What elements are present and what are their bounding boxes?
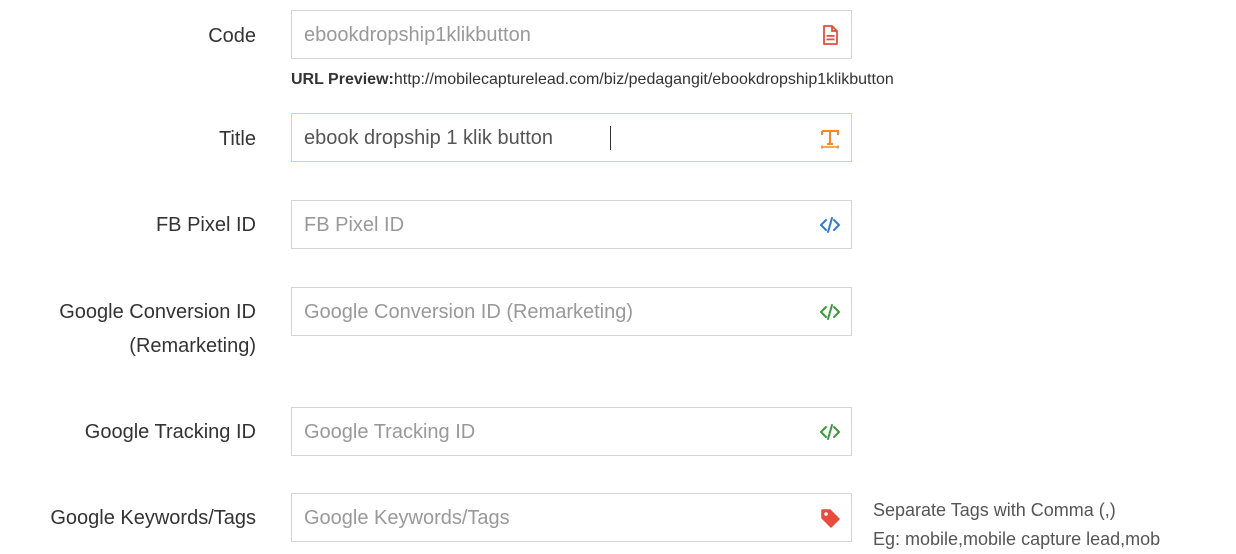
keywords-help-line2: Eg: mobile,mobile capture lead,mob <box>873 529 1161 549</box>
text-height-icon <box>819 127 841 149</box>
google-keywords-label: Google Keywords/Tags <box>50 507 256 529</box>
google-keywords-field[interactable]: Google Keywords/Tags <box>291 493 852 542</box>
fb-pixel-label: FB Pixel ID <box>155 214 256 236</box>
keywords-help-text: Separate Tags with Comma (,) Eg: mobile,… <box>873 496 1160 554</box>
code-icon <box>819 421 841 443</box>
url-preview: URL Preview:http://mobilecapturelead.com… <box>291 69 894 91</box>
google-tracking-placeholder[interactable]: Google Tracking ID <box>304 408 475 456</box>
google-tracking-label: Google Tracking ID <box>84 421 256 443</box>
google-keywords-placeholder[interactable]: Google Keywords/Tags <box>304 494 510 542</box>
url-preview-label: URL Preview: <box>291 71 394 88</box>
google-conversion-placeholder[interactable]: Google Conversion ID (Remarketing) <box>304 288 633 336</box>
code-field[interactable]: ebookdropship1klikbutton <box>291 10 852 59</box>
text-cursor <box>610 126 611 150</box>
google-conversion-field[interactable]: Google Conversion ID (Remarketing) <box>291 287 852 336</box>
title-label: Title <box>218 128 256 150</box>
code-icon <box>819 214 841 236</box>
code-label: Code <box>208 25 256 47</box>
google-conversion-label-line1: Google Conversion ID <box>59 301 256 323</box>
tag-icon <box>819 507 841 529</box>
code-value[interactable]: ebookdropship1klikbutton <box>304 11 531 59</box>
code-icon <box>819 301 841 323</box>
google-conversion-label-line2: (Remarketing) <box>129 335 256 357</box>
fb-pixel-placeholder[interactable]: FB Pixel ID <box>304 201 404 249</box>
url-preview-url: http://mobilecapturelead.com/biz/pedagan… <box>393 71 894 88</box>
google-tracking-field[interactable]: Google Tracking ID <box>291 407 852 456</box>
title-value[interactable]: ebook dropship 1 klik button <box>304 114 553 162</box>
keywords-help-line1: Separate Tags with Comma (,) <box>873 500 1116 520</box>
title-field[interactable]: ebook dropship 1 klik button <box>291 113 852 162</box>
fb-pixel-field[interactable]: FB Pixel ID <box>291 200 852 249</box>
file-pdf-icon <box>819 24 841 46</box>
